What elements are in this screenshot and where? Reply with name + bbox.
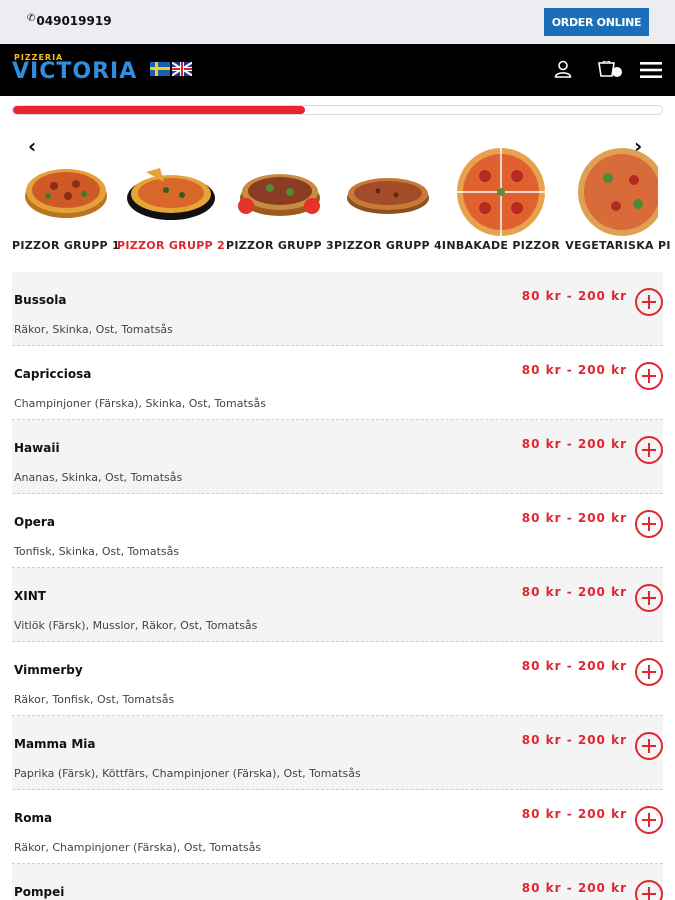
phone-icon: ✆: [27, 12, 36, 24]
menu-item-name: Pompei: [14, 885, 65, 899]
menu-item-name: Opera: [14, 515, 55, 529]
pizza-image: [578, 148, 658, 236]
pizza-image: [457, 148, 545, 236]
menu-item: Pompei 80 kr - 200 kr: [12, 864, 663, 900]
phone-link[interactable]: ✆ 049019919: [27, 12, 112, 29]
add-to-cart-button[interactable]: [635, 584, 663, 612]
add-to-cart-button[interactable]: [635, 880, 663, 900]
uk-flag-icon[interactable]: [172, 62, 192, 76]
menu-item-price: 80 kr - 200 kr: [521, 363, 627, 377]
menu-item-ingredients: Ananas, Skinka, Ost, Tomatsås: [14, 471, 183, 484]
progress-bar: [12, 105, 663, 115]
add-to-cart-button[interactable]: [635, 288, 663, 316]
top-bar: ✆ 049019919 ORDER ONLINE: [0, 0, 675, 44]
category-label: VEGETARISKA PI: [565, 239, 671, 252]
phone-number: 049019919: [36, 14, 112, 28]
category-label: INBAKADE PIZZOR: [441, 239, 561, 252]
pizza-image: [238, 174, 320, 216]
site-header: PIZZERIA VICTORIA: [0, 44, 675, 96]
language-switcher: [150, 62, 192, 76]
menu-item: Roma Räkor, Champinjoner (Färska), Ost, …: [12, 790, 663, 864]
menu-item-name: Roma: [14, 811, 53, 825]
menu-item: Hawaii Ananas, Skinka, Ost, Tomatsås 80 …: [12, 420, 663, 494]
menu-item-ingredients: Vitlök (Färsk), Musslor, Räkor, Ost, Tom…: [14, 619, 258, 632]
order-online-button[interactable]: ORDER ONLINE: [544, 8, 649, 36]
menu-item-price: 80 kr - 200 kr: [521, 807, 627, 821]
menu-item-ingredients: Paprika (Färsk), Köttfärs, Champinjoner …: [14, 767, 361, 780]
progress-fill: [13, 106, 306, 114]
menu-item: Mamma Mia Paprika (Färsk), Köttfärs, Cha…: [12, 716, 663, 790]
menu-item: Vimmerby Räkor, Tonfisk, Ost, Tomatsås 8…: [12, 642, 663, 716]
menu-item-name: Bussola: [14, 293, 67, 307]
menu-item-name: Capricciosa: [14, 367, 92, 381]
menu-item: XINT Vitlök (Färsk), Musslor, Räkor, Ost…: [12, 568, 663, 642]
menu-icon[interactable]: [640, 61, 662, 79]
menu-item-price: 80 kr - 200 kr: [521, 881, 627, 895]
menu-item-price: 80 kr - 200 kr: [521, 585, 627, 599]
pizza-image: [127, 168, 215, 220]
category-label: PIZZOR GRUPP 3: [226, 239, 334, 252]
menu-item-ingredients: Champinjoner (Färska), Skinka, Ost, Toma…: [14, 397, 267, 410]
menu-item: Capricciosa Champinjoner (Färska), Skink…: [12, 346, 663, 420]
menu-item-name: Mamma Mia: [14, 737, 96, 751]
menu-item-name: XINT: [14, 589, 46, 603]
menu-item-ingredients: Tonfisk, Skinka, Ost, Tomatsås: [14, 545, 180, 558]
menu-item-price: 80 kr - 200 kr: [521, 289, 627, 303]
swedish-flag-icon[interactable]: [150, 62, 170, 76]
pizza-image: [25, 169, 107, 218]
menu-item-price: 80 kr - 200 kr: [521, 437, 627, 451]
category-label: PIZZOR GRUPP 2: [117, 239, 225, 252]
logo[interactable]: PIZZERIA VICTORIA: [12, 53, 138, 85]
menu-item-price: 80 kr - 200 kr: [521, 659, 627, 673]
logo-title: VICTORIA: [12, 59, 138, 84]
menu-item-ingredients: Räkor, Tonfisk, Ost, Tomatsås: [14, 693, 175, 706]
add-to-cart-button[interactable]: [635, 806, 663, 834]
menu-item-ingredients: Räkor, Skinka, Ost, Tomatsås: [14, 323, 173, 336]
add-to-cart-button[interactable]: [635, 658, 663, 686]
add-to-cart-button[interactable]: [635, 362, 663, 390]
menu-item-name: Hawaii: [14, 441, 60, 455]
menu-item-price: 80 kr - 200 kr: [521, 733, 627, 747]
menu-item-price: 80 kr - 200 kr: [521, 511, 627, 525]
menu-item-ingredients: Räkor, Champinjoner (Färska), Ost, Tomat…: [14, 841, 262, 854]
category-label: PIZZOR GRUPP 1: [12, 239, 120, 252]
menu-item: Opera Tonfisk, Skinka, Ost, Tomatsås 80 …: [12, 494, 663, 568]
category-carousel: PIZZOR GRUPP 1 PIZZOR GRUPP 2 PIZZOR GRU…: [0, 140, 675, 260]
menu-item-name: Vimmerby: [14, 663, 83, 677]
add-to-cart-button[interactable]: [635, 510, 663, 538]
cart-icon[interactable]: [598, 61, 624, 79]
menu-list: Bussola Räkor, Skinka, Ost, Tomatsås 80 …: [12, 272, 663, 900]
add-to-cart-button[interactable]: [635, 436, 663, 464]
menu-item: Bussola Räkor, Skinka, Ost, Tomatsås 80 …: [12, 272, 663, 346]
add-to-cart-button[interactable]: [635, 732, 663, 760]
pizza-image: [347, 178, 429, 214]
category-label: PIZZOR GRUPP 4: [334, 239, 442, 252]
user-icon[interactable]: [554, 60, 572, 78]
